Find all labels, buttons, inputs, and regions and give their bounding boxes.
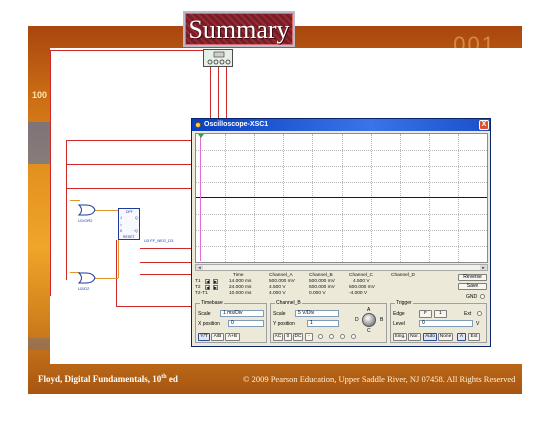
col-header: Channel_C: [349, 273, 374, 278]
scroll-left-button[interactable]: ◄: [196, 265, 203, 270]
row-label: T1: [195, 279, 201, 284]
t1-right-arrow[interactable]: ▶: [213, 279, 218, 284]
col-header: Channel_B: [309, 273, 333, 278]
channel-radio[interactable]: [340, 334, 345, 339]
channel-selector-knob[interactable]: [362, 313, 376, 327]
ab-mode-button[interactable]: A/B: [211, 333, 224, 341]
cursor-readout: Time Channel_A Channel_B Channel_C Chann…: [195, 273, 416, 296]
gate-label: U2/D2: [78, 286, 90, 291]
horizontal-scrollbar[interactable]: ◄ ►: [195, 264, 488, 271]
corner-number: 100: [32, 90, 48, 100]
cursor-t1[interactable]: [200, 136, 201, 261]
col-header: Channel_D: [391, 273, 416, 278]
slide-title: Summary: [188, 15, 290, 44]
ac-coupling-button[interactable]: AC: [273, 333, 283, 341]
flip-flop: DFF J Q > ~Q K RESET: [118, 208, 140, 240]
single-mode-button[interactable]: Sing.: [393, 333, 407, 341]
save-button[interactable]: Save: [458, 283, 487, 290]
ff-part-label: U3 FF_NEG_D3: [144, 238, 174, 243]
footer-credit: Floyd, Digital Fundamentals, 10th ed: [38, 374, 178, 384]
channel-radio[interactable]: [329, 334, 334, 339]
channel-scale-field[interactable]: 5 V/Div: [295, 310, 339, 317]
trigger-level-field[interactable]: 0: [419, 320, 473, 327]
gnd-radio[interactable]: [480, 294, 485, 299]
x-position-field[interactable]: 0: [228, 320, 264, 327]
t2-right-arrow[interactable]: ▶: [213, 285, 218, 290]
t1-left-arrow[interactable]: ◀: [205, 279, 210, 284]
reverse-button[interactable]: Reverse: [458, 274, 487, 281]
footer-copyright: © 2009 Pearson Education, Upper Saddle R…: [243, 374, 516, 384]
falling-edge-button[interactable]: 1: [434, 310, 447, 318]
trigger-source-a-button[interactable]: A: [457, 333, 466, 341]
channel-group: Channel_B Scale 5 V/Div Y position 1 AC …: [270, 300, 387, 343]
channel-radio[interactable]: [351, 334, 356, 339]
invert-button[interactable]: -: [305, 333, 313, 341]
oscilloscope-probe-block[interactable]: [203, 49, 233, 67]
window-titlebar[interactable]: Oscilloscope-XSC1 X: [192, 119, 490, 131]
t2-left-arrow[interactable]: ◀: [205, 285, 210, 290]
probe-terminals-icon: [207, 51, 231, 65]
oscilloscope-icon: [195, 122, 201, 128]
or-gate-icon-2: [78, 272, 96, 284]
row-label: T2-T1: [195, 291, 208, 296]
none-mode-button[interactable]: None: [438, 333, 453, 341]
trigger-group: Trigger Edge F 1 Ext Level 0 V Sing. Nor…: [390, 300, 487, 343]
yt-mode-button[interactable]: Y/T: [198, 333, 210, 341]
zero-coupling-button[interactable]: 0: [284, 333, 292, 341]
close-button[interactable]: X: [479, 120, 489, 130]
ext-trigger-radio[interactable]: [477, 311, 482, 316]
channel-radio[interactable]: [318, 334, 323, 339]
a-plus-b-mode-button[interactable]: A+B: [225, 333, 240, 341]
scope-display: [195, 133, 488, 263]
rising-edge-button[interactable]: F: [419, 310, 432, 318]
col-header: Time: [233, 273, 244, 278]
trigger-source-ext-button[interactable]: Ext: [468, 333, 480, 341]
oscilloscope-window[interactable]: Oscilloscope-XSC1 X ◄ ► Time Channel_A C…: [191, 118, 491, 347]
row-label: T2: [195, 285, 201, 290]
dc-coupling-button[interactable]: DC: [293, 333, 303, 341]
or-gate-icon: [78, 204, 96, 216]
gate-label: U1/OR2: [78, 218, 93, 223]
window-title: Oscilloscope-XSC1: [204, 121, 269, 128]
gnd-label: GND: [466, 294, 478, 300]
y-position-field[interactable]: 1: [307, 320, 339, 327]
scroll-right-button[interactable]: ►: [480, 265, 487, 270]
normal-mode-button[interactable]: Nor.: [408, 333, 421, 341]
timebase-scale-field[interactable]: 1 ms/Div: [220, 310, 264, 317]
cursor-marker-icon[interactable]: [198, 134, 204, 138]
col-header: Channel_A: [269, 273, 293, 278]
timebase-group: Timebase Scale 1 ms/Div X position 0 Y/T…: [195, 300, 267, 343]
auto-mode-button[interactable]: Auto: [423, 333, 437, 341]
channel-trace: [196, 197, 487, 198]
slide-title-box: Summary: [183, 11, 295, 47]
